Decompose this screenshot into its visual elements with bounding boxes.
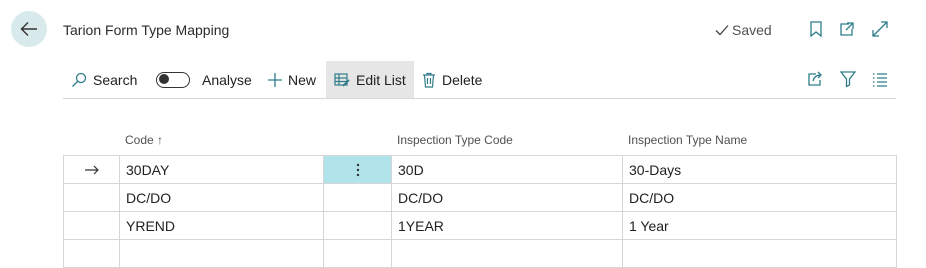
row-actions-menu[interactable] [324,156,392,184]
action-bar: Search Analyse New Edit List Delete [63,61,896,99]
page-title: Tarion Form Type Mapping [63,22,230,38]
search-button[interactable]: Search [71,61,137,98]
cell-code[interactable]: YREND [120,212,324,240]
list-view-icon[interactable] [871,70,889,88]
search-label: Search [93,71,138,88]
table-row[interactable]: YREND 1YEAR 1 Year [64,212,897,240]
analyse-toggle[interactable]: Analyse [156,61,252,98]
trash-icon [422,72,436,88]
delete-label: Delete [442,71,483,88]
row-actions-cell[interactable] [324,240,392,268]
bookmark-icon[interactable] [807,20,825,38]
edit-list-button[interactable]: Edit List [326,61,414,98]
checkmark-icon [715,24,729,36]
row-indicator [64,212,120,240]
arrow-right-icon [84,165,99,175]
cell-inspection-type-name[interactable] [623,240,897,268]
search-icon [71,72,87,88]
expand-icon[interactable] [871,20,889,38]
row-actions-cell[interactable] [324,184,392,212]
edit-list-label: Edit List [356,71,406,88]
column-header-code[interactable]: Code ↑ [125,133,163,147]
cell-inspection-type-code[interactable]: 1YEAR [392,212,623,240]
delete-button[interactable]: Delete [422,61,482,98]
arrow-left-icon [20,21,38,37]
column-header-inspection-type-name[interactable]: Inspection Type Name [628,133,747,147]
table-row[interactable]: 30DAY 30D 30-Days [64,156,897,184]
row-indicator [64,156,120,184]
cell-inspection-type-code[interactable] [392,240,623,268]
cell-code[interactable]: DC/DO [120,184,324,212]
new-button[interactable]: New [268,61,316,98]
row-indicator [64,184,120,212]
cell-code[interactable] [120,240,324,268]
saved-status: Saved [715,22,772,38]
column-header-inspection-type-code[interactable]: Inspection Type Code [397,133,513,147]
toggle-switch[interactable] [156,71,190,88]
cell-inspection-type-code[interactable]: 30D [392,156,623,184]
filter-icon[interactable] [839,70,857,88]
cell-inspection-type-name[interactable]: 1 Year [623,212,897,240]
more-vertical-icon [356,163,360,177]
analyse-label: Analyse [202,71,252,88]
data-grid: 30DAY 30D 30-Days DC/DO DC/DO DC/DO YREN… [63,155,897,268]
cell-inspection-type-name[interactable]: DC/DO [623,184,897,212]
cell-inspection-type-code[interactable]: DC/DO [392,184,623,212]
table-row-new[interactable] [64,240,897,268]
open-in-new-window-icon[interactable] [838,20,856,38]
cell-inspection-type-name[interactable]: 30-Days [623,156,897,184]
row-actions-cell[interactable] [324,212,392,240]
row-indicator [64,240,120,268]
sort-ascending-icon: ↑ [157,133,164,147]
table-row[interactable]: DC/DO DC/DO DC/DO [64,184,897,212]
cell-code[interactable]: 30DAY [120,156,324,184]
share-icon[interactable] [806,70,824,88]
back-button[interactable] [11,11,47,47]
plus-icon [268,72,282,87]
saved-label: Saved [732,22,772,38]
new-label: New [288,71,317,88]
edit-list-icon [334,72,350,88]
